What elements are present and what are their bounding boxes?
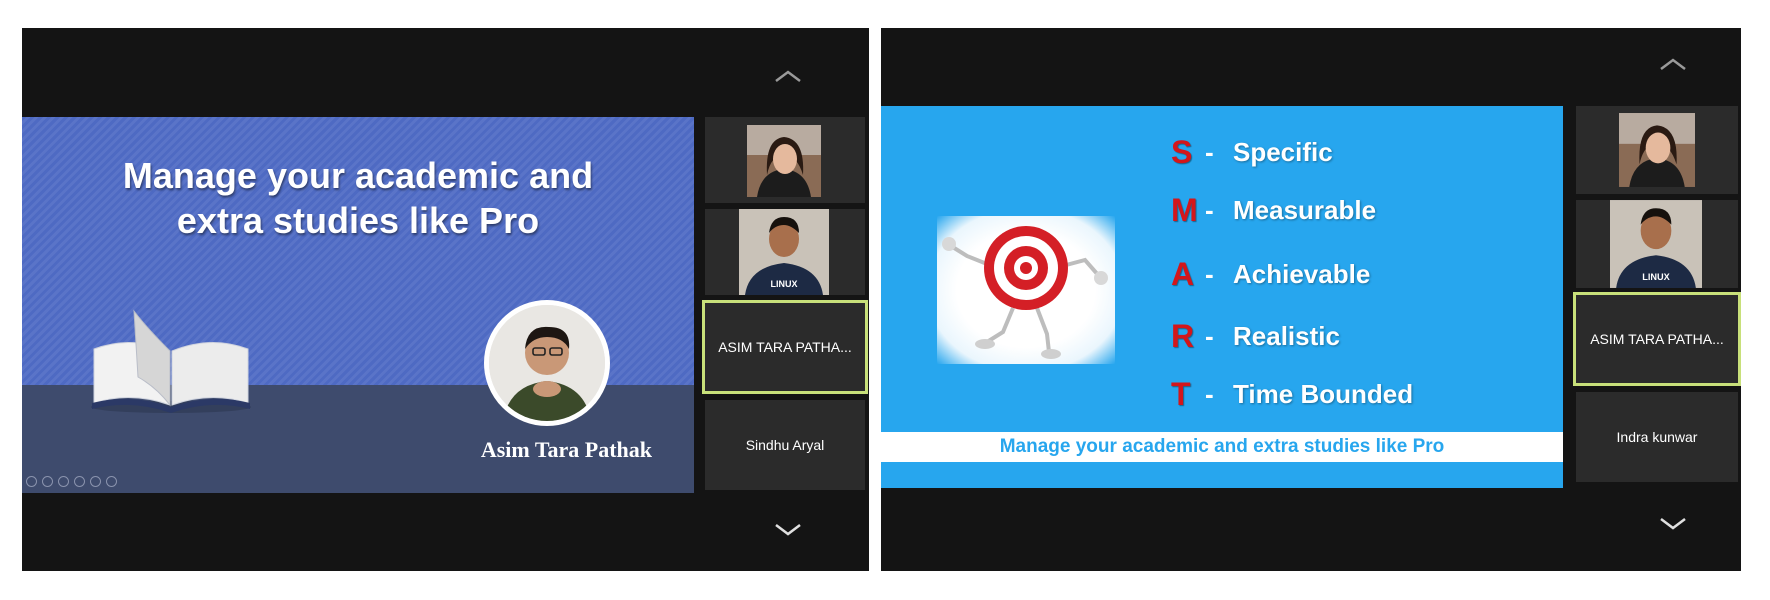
shirt-text: LINUX <box>771 279 798 289</box>
zoom-icon[interactable] <box>90 476 101 487</box>
chevron-up-icon[interactable] <box>1653 54 1693 74</box>
smart-letter: M <box>1171 192 1198 228</box>
more-icon[interactable] <box>106 476 117 487</box>
slide-footer-text: Manage your academic and extra studies l… <box>999 436 1445 457</box>
slide-title: Manage your academic and extra studies l… <box>22 153 694 243</box>
meeting-panel-left: Manage your academic and extra studies l… <box>22 28 869 571</box>
smart-letter: A <box>1171 256 1195 292</box>
participant-tile[interactable]: LINUX <box>705 209 865 295</box>
next-icon[interactable] <box>42 476 53 487</box>
shared-slide: Manage your academic and extra studies l… <box>22 117 694 493</box>
participant-tile[interactable] <box>705 117 865 203</box>
participant-name: ASIM TARA PATHA... <box>1590 331 1724 347</box>
smart-dash: - <box>1205 379 1214 409</box>
slide-title-line2: extra studies like Pro <box>176 200 540 241</box>
slides-icon[interactable] <box>74 476 85 487</box>
target-character-icon <box>942 226 1108 359</box>
woman-video-icon <box>1619 113 1695 187</box>
pen-icon[interactable] <box>58 476 69 487</box>
smart-item-t: T - Time Bounded <box>1171 376 1413 413</box>
smart-item-r: R - Realistic <box>1171 318 1340 355</box>
woman-video-icon <box>747 125 821 197</box>
chevron-up-icon[interactable] <box>768 66 808 86</box>
participant-tile-active[interactable]: ASIM TARA PATHA... <box>1573 292 1741 386</box>
smart-word: Time Bounded <box>1233 379 1414 409</box>
participant-tile[interactable] <box>1576 106 1738 194</box>
participant-name: Sindhu Aryal <box>745 437 825 453</box>
smart-letter: S <box>1171 134 1193 170</box>
chevron-down-icon[interactable] <box>1653 514 1693 534</box>
shared-slide: S - Specific M - Measurable A - Achievab… <box>881 106 1563 488</box>
meeting-panel-right: S - Specific M - Measurable A - Achievab… <box>881 28 1741 571</box>
presenter-avatar <box>484 300 610 426</box>
participant-tile[interactable]: LINUX <box>1576 200 1738 288</box>
smart-dash: - <box>1205 321 1214 351</box>
participant-name: Indra kunwar <box>1616 429 1698 445</box>
smart-item-s: S - Specific <box>1171 134 1333 171</box>
smart-letter: T <box>1171 376 1191 412</box>
target-illustration-box <box>937 216 1115 364</box>
open-book-icon <box>91 309 251 413</box>
participant-tile[interactable]: Sindhu Aryal <box>705 400 865 490</box>
presenter-photo-icon <box>489 305 605 421</box>
participant-name: ASIM TARA PATHA... <box>718 339 852 355</box>
participant-tile-active[interactable]: ASIM TARA PATHA... <box>702 300 868 394</box>
slide-controls <box>26 476 117 487</box>
smart-item-m: M - Measurable <box>1171 192 1376 229</box>
smart-item-a: A - Achievable <box>1171 256 1370 293</box>
smart-dash: - <box>1205 195 1214 225</box>
smart-word: Measurable <box>1233 195 1377 225</box>
smart-dash: - <box>1205 137 1214 167</box>
slide-title-line1: Manage your academic and <box>122 155 594 196</box>
smart-dash: - <box>1205 259 1214 289</box>
smart-letter: R <box>1171 318 1195 354</box>
man-linux-shirt-video-icon: LINUX <box>739 209 829 295</box>
presenter-name: Asim Tara Pathak <box>480 437 652 462</box>
smart-word: Achievable <box>1233 259 1371 289</box>
prev-icon[interactable] <box>26 476 37 487</box>
smart-word: Specific <box>1233 137 1333 167</box>
smart-word: Realistic <box>1233 321 1340 351</box>
participant-tile[interactable]: Indra kunwar <box>1576 392 1738 482</box>
chevron-down-icon[interactable] <box>768 520 808 540</box>
man-linux-shirt-video-icon: LINUX <box>1610 200 1702 288</box>
shirt-text: LINUX <box>1642 272 1670 282</box>
